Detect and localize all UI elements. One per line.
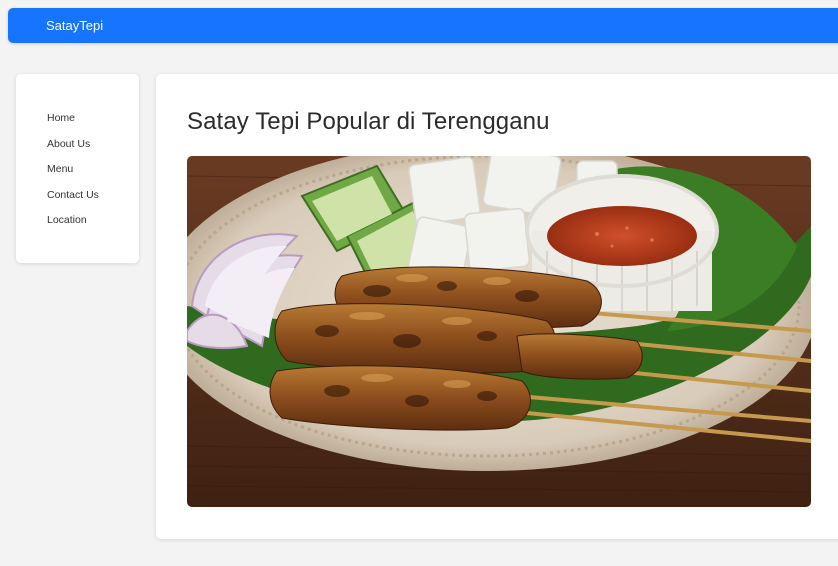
sidebar-item-location[interactable]: Location	[47, 212, 99, 238]
sidebar-item-menu[interactable]: Menu	[47, 161, 99, 187]
brand-link[interactable]: SatayTepi	[46, 17, 103, 34]
satay-photo-illustration	[187, 156, 811, 507]
page: SatayTepi Home About Us Menu Contact Us …	[0, 0, 838, 566]
satay-photo	[187, 156, 811, 507]
main-content-card: Satay Tepi Popular di Terengganu	[156, 74, 838, 539]
sidebar-item-home[interactable]: Home	[47, 110, 99, 136]
sidebar: Home About Us Menu Contact Us Location	[16, 74, 139, 263]
top-navbar: SatayTepi	[8, 8, 838, 43]
sidebar-menu: Home About Us Menu Contact Us Location	[47, 110, 99, 238]
sidebar-item-about-us[interactable]: About Us	[47, 136, 99, 162]
page-title: Satay Tepi Popular di Terengganu	[187, 108, 550, 135]
sidebar-item-contact-us[interactable]: Contact Us	[47, 187, 99, 213]
